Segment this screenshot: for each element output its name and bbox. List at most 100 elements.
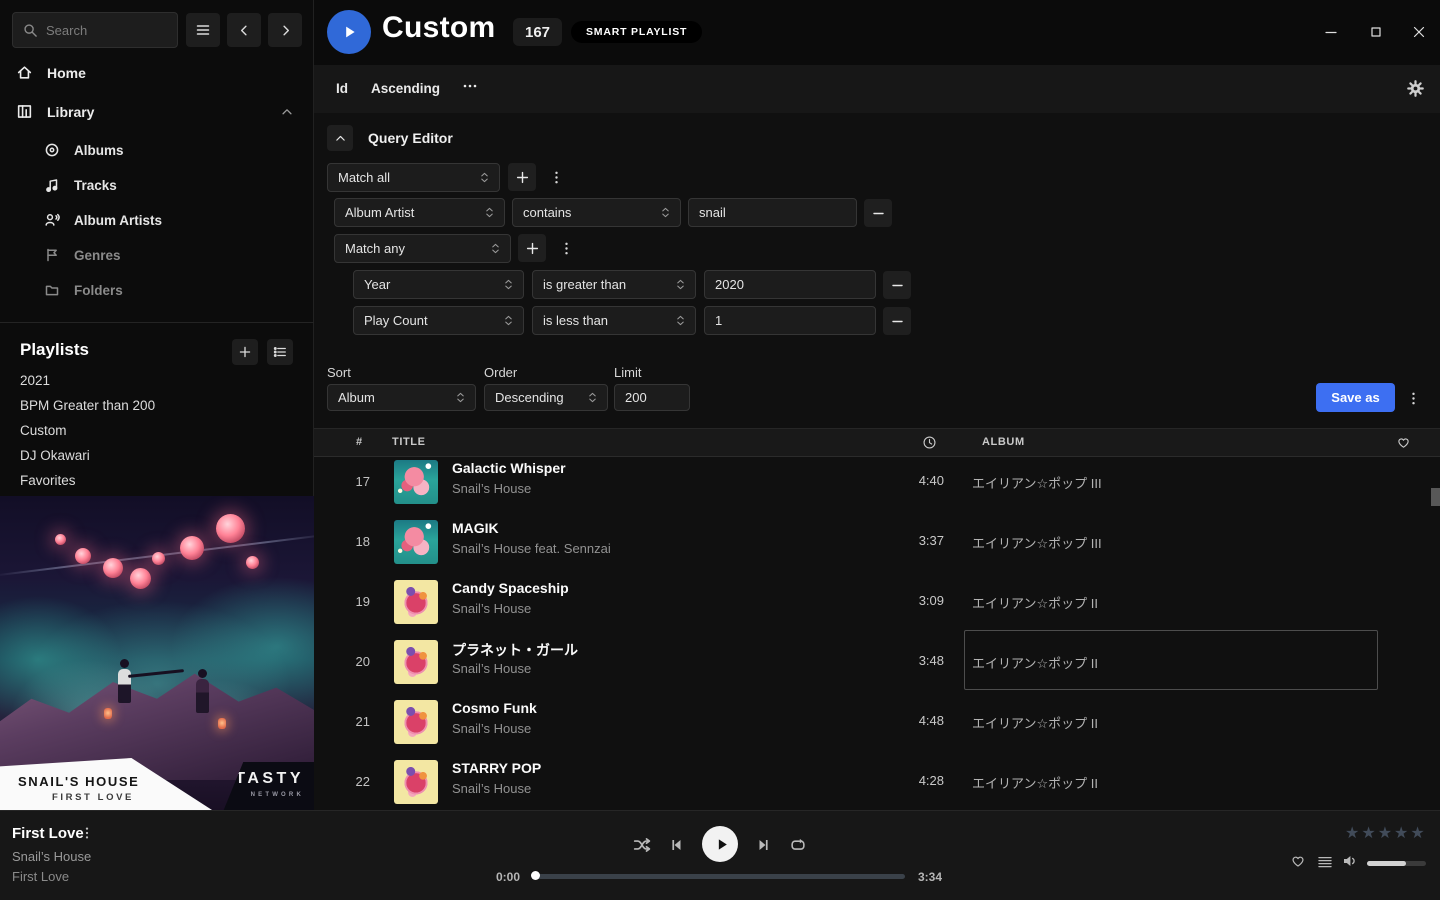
heart-icon[interactable] — [1396, 435, 1411, 450]
caret-updown-icon — [676, 277, 685, 292]
rule-field-select[interactable]: Play Count — [353, 306, 524, 335]
play-playlist-button[interactable] — [327, 10, 371, 54]
track-thumbnail — [394, 460, 438, 504]
rule-op-select[interactable]: is greater than — [532, 270, 696, 299]
column-album[interactable]: ALBUM — [982, 436, 1025, 448]
table-row[interactable]: 21 Cosmo Funk Snail’s House 4:48 エイリアン☆ポ… — [314, 692, 1440, 752]
add-playlist-button[interactable] — [232, 339, 258, 365]
save-as-button[interactable]: Save as — [1316, 383, 1395, 412]
order-select[interactable]: Descending — [484, 384, 608, 411]
rule-field-select[interactable]: Year — [353, 270, 524, 299]
sort-direction-button[interactable]: Ascending — [371, 81, 440, 96]
volume-slider[interactable] — [1367, 861, 1426, 866]
playlist-item[interactable]: DJ Okawari — [20, 448, 90, 463]
sidebar-item-label: Home — [47, 65, 86, 81]
column-index[interactable]: # — [356, 436, 363, 448]
rule-op-select[interactable]: is less than — [532, 306, 696, 335]
query-editor-collapse-button[interactable] — [327, 125, 353, 151]
limit-field[interactable] — [614, 384, 690, 411]
sidebar-item-genres[interactable]: Genres — [44, 247, 121, 263]
queue-button[interactable] — [1317, 854, 1333, 870]
limit-input[interactable] — [625, 390, 679, 405]
sidebar-item-library[interactable]: Library — [16, 103, 294, 120]
clock-icon[interactable] — [922, 435, 937, 450]
star-icon[interactable] — [1394, 825, 1410, 842]
sort-select[interactable]: Album — [327, 384, 476, 411]
favorite-button[interactable] — [1290, 853, 1306, 869]
rule-value-input[interactable] — [699, 205, 846, 220]
next-icon — [755, 837, 771, 853]
minus-icon — [890, 278, 905, 293]
save-menu-button[interactable] — [1405, 385, 1421, 411]
forward-button[interactable] — [268, 13, 302, 47]
match-type-select-1[interactable]: Match all — [327, 163, 500, 192]
now-playing-album-art[interactable]: SNAIL'S HOUSE FIRST LOVE TASTY NETWORK — [0, 496, 314, 810]
playlist-item[interactable]: 2021 — [20, 373, 50, 388]
now-playing-title: First Love — [12, 825, 84, 842]
sidebar-item-home[interactable]: Home — [16, 64, 86, 81]
playlist-item[interactable]: Favorites — [20, 473, 76, 488]
track-duration: 4:48 — [892, 713, 944, 728]
menu-button[interactable] — [186, 13, 220, 47]
maximize-button[interactable] — [1367, 23, 1385, 41]
playlist-item[interactable]: BPM Greater than 200 — [20, 398, 155, 413]
search-box[interactable] — [12, 12, 178, 48]
rule-value-field[interactable] — [688, 198, 857, 227]
sidebar-item-label: Library — [47, 104, 94, 120]
rating-stars[interactable] — [1345, 823, 1427, 843]
library-icon — [16, 103, 33, 120]
rule-value-input[interactable] — [715, 277, 865, 292]
sidebar-item-tracks[interactable]: Tracks — [44, 177, 117, 193]
sidebar-item-albums[interactable]: Albums — [44, 142, 124, 158]
match-type-select-2[interactable]: Match any — [334, 234, 511, 263]
previous-icon — [669, 837, 685, 853]
more-options-button[interactable] — [462, 78, 478, 94]
next-button[interactable] — [755, 837, 771, 853]
repeat-button[interactable] — [789, 836, 807, 854]
add-rule-button-1[interactable] — [508, 163, 536, 191]
table-row[interactable]: 18 MAGIK Snail’s House feat. Sennzai 3:3… — [314, 512, 1440, 572]
sidebar-item-album-artists[interactable]: Album Artists — [44, 212, 162, 228]
rule-field-select[interactable]: Album Artist — [334, 198, 505, 227]
add-rule-button-2[interactable] — [518, 234, 546, 262]
rule-value-field[interactable] — [704, 306, 876, 335]
playlist-options-button[interactable] — [267, 339, 293, 365]
track-list: 17 Galactic Whisper Snail’s House 4:40 エ… — [314, 458, 1440, 810]
now-playing-menu-button[interactable] — [80, 826, 94, 840]
remove-rule-button[interactable] — [864, 199, 892, 227]
table-row[interactable]: 20 プラネット・ガール Snail’s House 3:48 エイリアン☆ポッ… — [314, 632, 1440, 692]
minimize-button[interactable] — [1322, 23, 1340, 41]
group-menu-button-1[interactable] — [548, 164, 564, 190]
remove-rule-button[interactable] — [883, 271, 911, 299]
close-button[interactable] — [1410, 23, 1428, 41]
star-icon[interactable] — [1345, 825, 1361, 842]
group-menu-button-2[interactable] — [558, 235, 574, 261]
sidebar-item-folders[interactable]: Folders — [44, 282, 123, 298]
settings-button[interactable] — [1407, 80, 1424, 97]
table-row[interactable]: 19 Candy Spaceship Snail’s House 3:09 エイ… — [314, 572, 1440, 632]
seek-bar[interactable] — [535, 874, 905, 879]
rule-value-input[interactable] — [715, 313, 865, 328]
rule-value-field[interactable] — [704, 270, 876, 299]
volume-button[interactable] — [1342, 853, 1358, 869]
star-icon[interactable] — [1378, 825, 1394, 842]
scrollbar-thumb[interactable] — [1431, 488, 1440, 506]
back-button[interactable] — [227, 13, 261, 47]
star-icon[interactable] — [1361, 825, 1377, 842]
shuffle-button[interactable] — [633, 836, 651, 854]
seek-handle[interactable] — [531, 871, 540, 880]
search-input[interactable] — [46, 23, 156, 38]
sort-field-button[interactable]: Id — [336, 81, 348, 96]
playlist-item[interactable]: Custom — [20, 423, 67, 438]
track-number: 19 — [342, 594, 370, 609]
sidebar-item-label: Folders — [74, 283, 123, 298]
play-pause-button[interactable] — [702, 826, 738, 862]
column-title[interactable]: TITLE — [392, 436, 426, 448]
table-row[interactable]: 22 STARRY POP Snail’s House 4:28 エイリアン☆ポ… — [314, 752, 1440, 810]
table-row[interactable]: 17 Galactic Whisper Snail’s House 4:40 エ… — [314, 458, 1440, 512]
collapse-chevron-icon[interactable] — [280, 105, 294, 119]
remove-rule-button[interactable] — [883, 307, 911, 335]
rule-op-select[interactable]: contains — [512, 198, 681, 227]
star-icon[interactable] — [1410, 825, 1426, 842]
previous-button[interactable] — [669, 837, 685, 853]
